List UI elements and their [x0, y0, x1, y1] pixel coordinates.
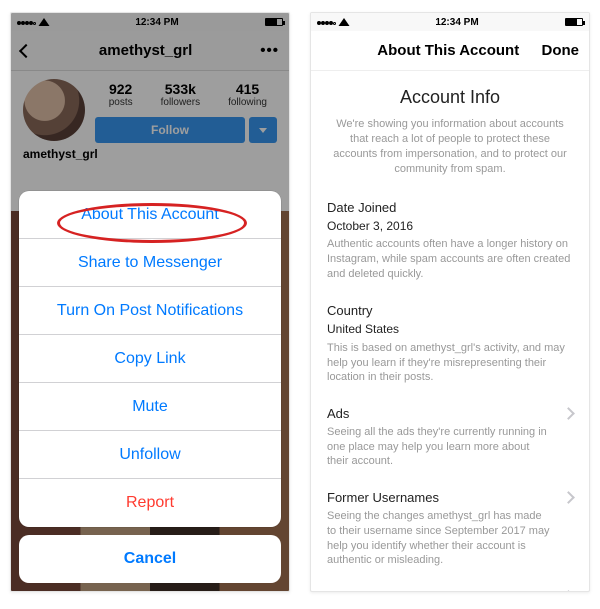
sheet-mute[interactable]: Mute — [19, 383, 281, 431]
action-sheet: About This Account Share to Messenger Tu… — [19, 191, 281, 527]
date-joined-desc: Authentic accounts often have a longer h… — [327, 237, 573, 282]
country-value: United States — [327, 321, 573, 337]
phone-profile-with-action-sheet: 12:34 PM amethyst_grl ••• 922 posts 533k… — [10, 12, 290, 592]
sheet-cancel[interactable]: Cancel — [19, 535, 281, 583]
sheet-copy-link[interactable]: Copy Link — [19, 335, 281, 383]
cell-signal-icon — [317, 17, 336, 28]
clock: 12:34 PM — [435, 17, 478, 28]
shared-label: Accounts With Shared Followers — [327, 588, 553, 591]
about-nav-header: About This Account Done — [311, 31, 589, 71]
former-desc: Seeing the changes amethyst_grl has made… — [327, 509, 553, 568]
phone-about-this-account: 12:34 PM About This Account Done Account… — [310, 12, 590, 592]
sheet-report[interactable]: Report — [19, 479, 281, 527]
date-joined-value: October 3, 2016 — [327, 218, 573, 234]
section-former-usernames[interactable]: Former Usernames Seeing the changes amet… — [327, 489, 573, 568]
action-sheet-overlay: About This Account Share to Messenger Tu… — [11, 13, 289, 591]
nav-title: About This Account — [355, 42, 542, 59]
ads-desc: Seeing all the ads they're currently run… — [327, 425, 553, 470]
former-label: Former Usernames — [327, 489, 553, 507]
done-button[interactable]: Done — [542, 42, 580, 59]
section-country: Country United States This is based on a… — [327, 302, 573, 385]
country-label: Country — [327, 302, 573, 320]
account-info-heading: Account Info — [327, 85, 573, 109]
date-joined-label: Date Joined — [327, 199, 573, 217]
battery-icon — [565, 18, 583, 26]
sheet-turn-on-post-notifications[interactable]: Turn On Post Notifications — [19, 287, 281, 335]
wifi-icon — [339, 18, 350, 26]
status-bar: 12:34 PM — [311, 13, 589, 31]
ads-label: Ads — [327, 405, 553, 423]
sheet-about-this-account[interactable]: About This Account — [19, 191, 281, 239]
sheet-share-to-messenger[interactable]: Share to Messenger — [19, 239, 281, 287]
country-desc: This is based on amethyst_grl's activity… — [327, 341, 573, 386]
sheet-unfollow[interactable]: Unfollow — [19, 431, 281, 479]
section-shared-followers[interactable]: Accounts With Shared Followers Seeing th… — [327, 588, 573, 591]
account-info-intro: We're showing you information about acco… — [327, 117, 573, 176]
about-content: Account Info We're showing you informati… — [311, 71, 589, 591]
section-date-joined: Date Joined October 3, 2016 Authentic ac… — [327, 199, 573, 282]
section-ads[interactable]: Ads Seeing all the ads they're currently… — [327, 405, 573, 469]
